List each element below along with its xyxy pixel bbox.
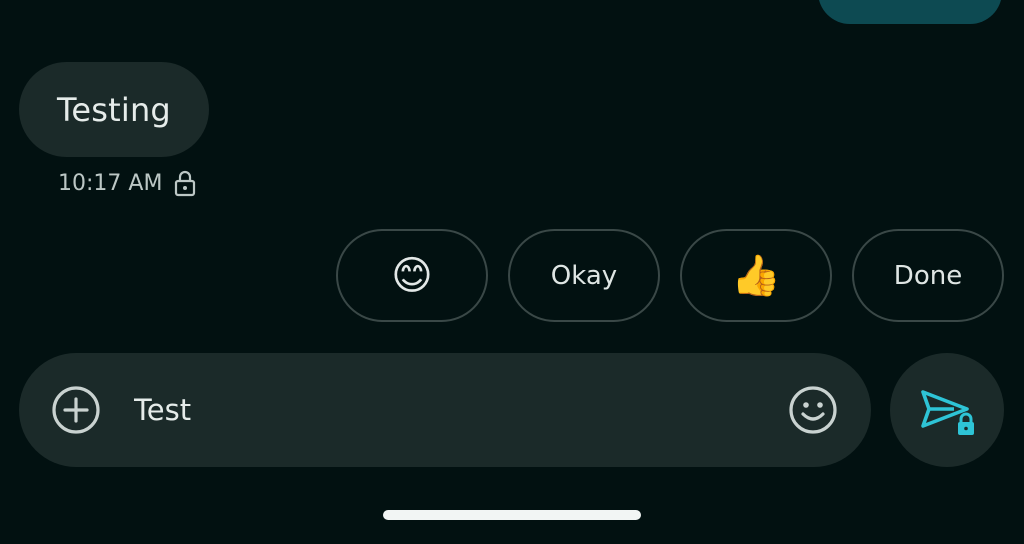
thumbs-up-emoji-icon: 👍 (731, 252, 781, 299)
compose-bar (19, 353, 871, 467)
message-timestamp: 10:17 AM (58, 170, 163, 196)
smart-reply-chip-smile[interactable]: 😊 (336, 229, 488, 322)
incoming-message-bubble[interactable]: Testing (19, 62, 209, 157)
lock-icon (174, 169, 196, 197)
message-meta: 10:17 AM (58, 168, 196, 198)
smart-reply-chip-done[interactable]: Done (852, 229, 1004, 322)
message-input[interactable] (134, 386, 754, 434)
message-text: Testing (57, 90, 171, 129)
smart-reply-label: Okay (550, 260, 618, 291)
outgoing-message-bubble[interactable] (818, 0, 1002, 24)
emoji-smiley-icon[interactable] (787, 384, 839, 436)
add-circle-icon[interactable] (50, 384, 102, 436)
smart-reply-suggestions: 😊 Okay 👍 Done (336, 229, 1005, 324)
smart-reply-chip-okay[interactable]: Okay (508, 229, 660, 322)
smart-reply-label: Done (893, 260, 963, 291)
send-button[interactable] (890, 353, 1004, 467)
smiling-face-emoji-icon: 😊 (391, 252, 433, 299)
smart-reply-chip-thumbs-up[interactable]: 👍 (680, 229, 832, 322)
home-indicator[interactable] (383, 510, 641, 520)
send-encrypted-icon (921, 390, 974, 435)
